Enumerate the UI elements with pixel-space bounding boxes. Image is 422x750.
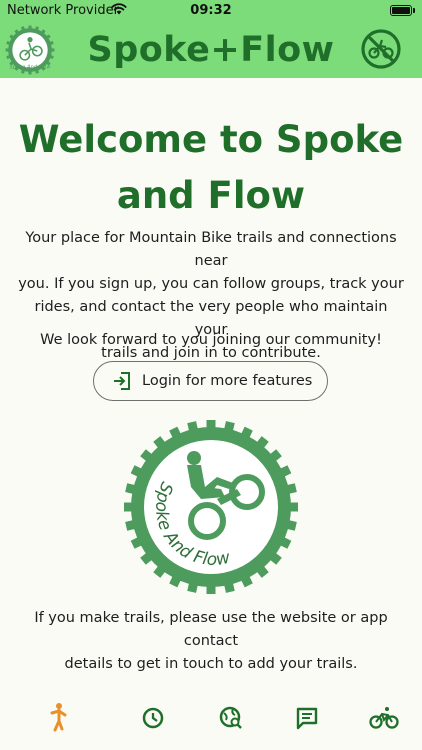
battery-tip	[413, 8, 415, 13]
no-bike-icon[interactable]	[360, 28, 402, 70]
tab-welcome[interactable]	[40, 700, 76, 736]
tab-rides[interactable]	[366, 700, 402, 736]
welcome-heading: Welcome to Spoke and Flow	[0, 112, 422, 224]
login-button[interactable]: Login for more features	[93, 361, 328, 401]
globe-search-icon	[219, 706, 242, 729]
tab-messages[interactable]	[289, 700, 325, 736]
gear-tooth	[28, 70, 32, 75]
app-header: Spoke And Flow Spoke+Flow	[0, 22, 422, 78]
bike-icon	[369, 707, 399, 729]
clock-icon	[142, 707, 164, 729]
tab-history[interactable]	[135, 700, 171, 736]
app-title: Spoke+Flow	[87, 30, 335, 70]
chat-icon	[296, 707, 318, 730]
tab-explore[interactable]	[213, 700, 249, 736]
gear-tooth	[287, 502, 298, 512]
intro-line: Your place for Mountain Bike trails and …	[25, 230, 397, 269]
gear-tooth	[206, 583, 216, 594]
trails-note: If you make trails, please use the websi…	[16, 607, 406, 676]
intro-line: you. If you sign up, you can follow grou…	[18, 276, 404, 292]
clock-time: 09:32	[190, 3, 232, 18]
person-icon	[50, 703, 67, 732]
status-bar: Network Provider 09:32	[0, 0, 422, 22]
spoke-and-flow-large-logo: Spoke And Flow	[124, 420, 298, 594]
login-button-label: Login for more features	[142, 373, 313, 389]
trails-note-line: If you make trails, please use the websi…	[34, 610, 388, 649]
login-icon	[114, 372, 130, 390]
tab-bar	[0, 690, 422, 750]
join-message: We look forward to you joining our commu…	[40, 332, 382, 348]
battery-icon	[390, 5, 412, 16]
gear-tooth	[124, 502, 135, 512]
trails-note-line: details to get in touch to add your trai…	[64, 656, 358, 672]
welcome-heading-line1: Welcome to Spoke	[18, 118, 404, 161]
welcome-heading-line2: and Flow	[116, 174, 306, 217]
gear-tooth	[206, 420, 216, 431]
